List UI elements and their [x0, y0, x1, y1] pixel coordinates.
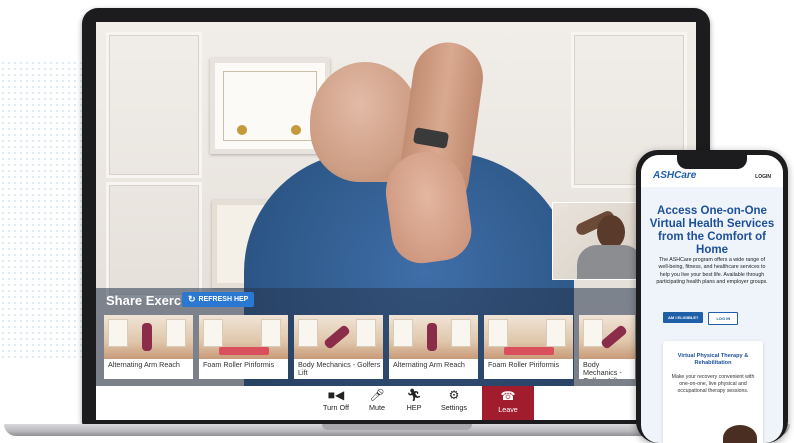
service-card-title: Virtual Physical Therapy & Rehabilitatio…: [677, 353, 749, 366]
exercise-thumbnail-image: [389, 315, 478, 359]
exercise-thumbnail-list: Alternating Arm Reach Foam Roller Pirifo…: [104, 315, 635, 379]
ashcare-logo[interactable]: ASHCare: [653, 170, 696, 181]
self-view-video[interactable]: [552, 202, 642, 280]
settings-button[interactable]: ⚙ Settings: [432, 388, 476, 412]
exercise-card[interactable]: Body Mechanics - Golfers Lift: [294, 315, 383, 379]
exercise-label: Alternating Arm Reach: [108, 360, 180, 369]
exercise-thumbnail-image: [104, 315, 193, 359]
video-call-screen: Share Exercises ↻ REFRESH HEP Alternatin…: [96, 22, 696, 420]
exercise-label: Body Mechanics - Golfers Lift: [298, 360, 381, 377]
hep-button[interactable]: 🏃︎ HEP: [392, 388, 436, 412]
phone-body-text: The ASHCare program offers a wide range …: [656, 257, 768, 286]
exercise-label: Alternating Arm Reach: [393, 360, 465, 369]
wall-panel: [106, 182, 202, 298]
call-controls-bar: ■◀ Turn Off 🎤︎ Mute 🏃︎ HEP ⚙ Settings ☎ …: [96, 386, 696, 420]
video-camera-icon: ■◀: [327, 388, 345, 402]
wall-panel: [106, 32, 202, 178]
am-i-eligible-button[interactable]: AM I ELIGIBLE?: [663, 312, 704, 323]
service-card-image: [723, 425, 757, 443]
gear-icon: ⚙: [448, 388, 460, 402]
login-link[interactable]: LOGIN: [755, 174, 771, 180]
refresh-hep-button[interactable]: ↻ REFRESH HEP: [182, 292, 255, 307]
exercise-card[interactable]: Foam Roller Piriformis: [484, 315, 573, 379]
turn-off-label: Turn Off: [323, 403, 349, 412]
exercise-card[interactable]: Foam Roller Piriformis: [199, 315, 288, 379]
phone-notch: [677, 155, 747, 169]
leave-label: Leave: [498, 405, 518, 414]
settings-label: Settings: [441, 403, 467, 412]
exercise-card[interactable]: Alternating Arm Reach: [389, 315, 478, 379]
exercise-thumbnail-image: [579, 315, 635, 359]
phone-headline: Access One-on-One Virtual Health Service…: [649, 205, 775, 256]
phone-hangup-icon: ☎: [500, 389, 516, 403]
laptop-hinge-notch: [322, 424, 472, 430]
exercise-thumbnail-image: [294, 315, 383, 359]
exercise-card[interactable]: Alternating Arm Reach: [104, 315, 193, 379]
refresh-hep-label: REFRESH HEP: [198, 296, 249, 303]
phone-screen: ASHCare LOGIN Access One-on-One Virtual …: [641, 155, 783, 443]
share-exercises-panel: Share Exercises ↻ REFRESH HEP Alternatin…: [96, 288, 696, 386]
background-dot-pattern: [0, 60, 90, 360]
phone-frame: ASHCare LOGIN Access One-on-One Virtual …: [636, 150, 788, 443]
exercise-label: Foam Roller Piriformis: [488, 360, 560, 369]
turn-off-camera-button[interactable]: ■◀ Turn Off: [314, 388, 358, 412]
service-card-body: Make your recovery convenient with one-o…: [671, 374, 755, 395]
exercise-label: Foam Roller Piriformis: [203, 360, 275, 369]
service-card[interactable]: Virtual Physical Therapy & Rehabilitatio…: [663, 341, 763, 443]
phone-cta-group: AM I ELIGIBLE? LOG IN: [663, 312, 763, 325]
hep-label: HEP: [406, 403, 422, 412]
exercise-label: Body Mechanics - Golfers Lift: [583, 360, 622, 380]
exercise-thumbnail-image: [199, 315, 288, 359]
leave-call-button[interactable]: ☎ Leave: [482, 386, 534, 420]
running-person-icon: 🏃︎: [406, 388, 422, 402]
log-in-button[interactable]: LOG IN: [708, 312, 739, 325]
refresh-icon: ↻: [188, 294, 196, 304]
exercise-card[interactable]: Body Mechanics - Golfers Lift: [579, 315, 635, 379]
exercise-thumbnail-image: [484, 315, 573, 359]
